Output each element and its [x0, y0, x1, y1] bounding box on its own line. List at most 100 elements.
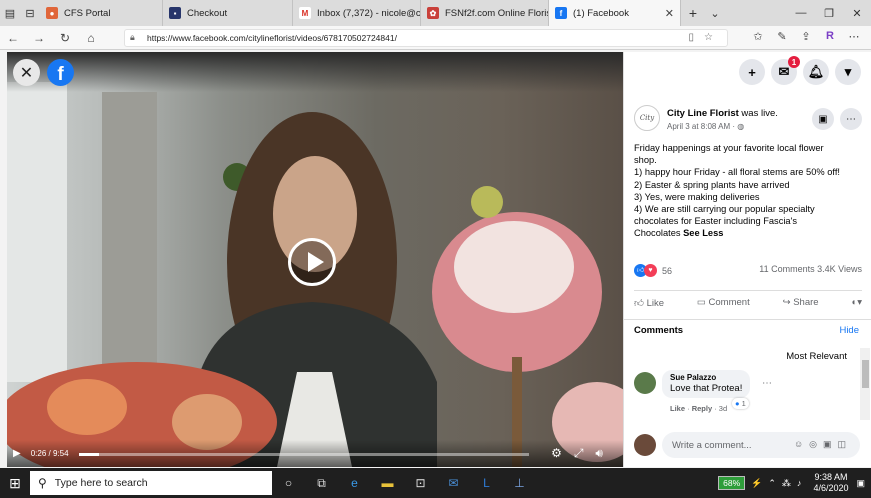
see-less-link[interactable]: See Less: [683, 228, 723, 238]
file-explorer-icon[interactable]: ▬: [371, 476, 404, 490]
love-reaction-icon: ♥: [644, 264, 657, 277]
pen-icon[interactable]: ✎: [770, 30, 794, 43]
edge-icon[interactable]: e: [338, 476, 371, 490]
progress-fill: [79, 453, 100, 456]
notifications-icon[interactable]: ▣: [856, 478, 865, 489]
create-icon[interactable]: +: [739, 59, 765, 85]
post-options-icon[interactable]: ⋯: [840, 108, 862, 130]
comment-like-link[interactable]: Like: [670, 404, 685, 413]
clock[interactable]: 9:38 AM 4/6/2020: [813, 472, 848, 494]
scrollbar-thumb[interactable]: [862, 360, 869, 388]
address-toolbar: ← → ↻ ⌂ 🔒︎ https://www.facebook.com/city…: [0, 26, 871, 50]
comment-input[interactable]: Write a comment... ☺◎▣◫: [662, 432, 860, 458]
video-settings-icons[interactable]: ⚙⤢🔊︎: [551, 446, 615, 461]
tab-inbox[interactable]: M Inbox (7,372) - nicole@city: [293, 0, 421, 26]
battery-indicator[interactable]: 68%: [718, 476, 746, 490]
like-button[interactable]: 👍︎ Like: [634, 297, 664, 309]
minimize-icon[interactable]: —: [787, 7, 815, 20]
close-window-icon[interactable]: ✕: [843, 7, 871, 20]
task-view-icon[interactable]: ⧉: [305, 476, 338, 491]
back-icon[interactable]: ←: [0, 31, 26, 45]
gmail-favicon-icon: M: [299, 7, 311, 19]
post-line: 4) We are still carrying our popular spe…: [634, 204, 815, 215]
search-icon: ⚲: [38, 476, 47, 490]
network-drive-icon[interactable]: ⊥: [503, 476, 536, 490]
play-button[interactable]: [288, 238, 336, 286]
messenger-icon[interactable]: ✉ 1: [771, 56, 800, 85]
close-video-button[interactable]: ✕: [13, 59, 40, 86]
comment-reactions[interactable]: ● 1: [732, 398, 749, 409]
favorites-icon[interactable]: ✩: [746, 30, 770, 43]
post-author: City Line Florist was live.: [667, 108, 778, 119]
tab-set-aside-icon[interactable]: ⊟: [20, 0, 40, 26]
cortana-icon[interactable]: ○: [272, 476, 305, 490]
app-l-icon[interactable]: L: [470, 476, 503, 490]
comments-count[interactable]: 11 Comments: [759, 264, 814, 274]
notifications-bell-icon[interactable]: 🔔︎: [803, 59, 829, 85]
tab-label: Checkout: [187, 7, 228, 19]
comment-button[interactable]: ▭ Comment: [697, 297, 750, 308]
tab-checkout[interactable]: ▪ Checkout: [163, 0, 293, 26]
page-avatar[interactable]: City: [634, 105, 660, 131]
windows-taskbar: ⊞ ⚲ Type here to search ○ ⧉ e ▬ ⊡ ✉ L ⊥ …: [0, 468, 871, 498]
address-bar[interactable]: 🔒︎ https://www.facebook.com/citylineflor…: [124, 29, 728, 47]
tab-label: Inbox (7,372) - nicole@city: [317, 7, 421, 19]
share-icon[interactable]: ⇪: [794, 30, 818, 43]
browser-tools: ✩ ✎ ⇪ R ⋯: [746, 30, 866, 43]
video-progress-bar[interactable]: [79, 453, 529, 456]
forward-icon[interactable]: →: [26, 31, 52, 45]
hide-comments-link[interactable]: Hide: [839, 325, 859, 336]
video-player[interactable]: ✕ f ▶ 0:26 / 9:54 ⚙⤢🔊︎: [7, 52, 623, 467]
page-name-link[interactable]: City Line Florist: [667, 108, 739, 119]
tab-actions-icon[interactable]: ▤: [0, 0, 20, 26]
taskbar-search[interactable]: ⚲ Type here to search: [30, 471, 272, 495]
store-icon[interactable]: ⊡: [404, 476, 437, 490]
more-icon[interactable]: ⋯: [842, 30, 866, 43]
comment-sort[interactable]: Most Relevant: [786, 351, 847, 362]
comment-options-icon[interactable]: ⋯: [762, 378, 772, 389]
tray-icons[interactable]: ⚡⌃⁂♪: [751, 478, 807, 489]
tab-florist[interactable]: ✿ FSNf2f.com Online Florist: [421, 0, 549, 26]
reactions[interactable]: 👍︎ ♥ 56: [634, 264, 672, 277]
video-timecode: 0:26 / 9:54: [30, 449, 69, 458]
comment-icon: ▭: [696, 297, 706, 308]
post-line: 3) Yes, were making deliveries: [634, 191, 760, 202]
play-pause-icon[interactable]: ▶: [13, 448, 21, 459]
extension-icon[interactable]: R: [818, 30, 842, 43]
share-button[interactable]: ↪ Share: [783, 297, 819, 308]
url-text: https://www.facebook.com/citylineflorist…: [147, 33, 397, 43]
save-icon[interactable]: ▣: [812, 108, 834, 130]
post-date-text[interactable]: April 3 at 8:08 AM ·: [667, 122, 737, 131]
comment-placeholder: Write a comment...: [672, 439, 752, 451]
post-body: Friday happenings at your favorite local…: [634, 142, 870, 240]
close-tab-icon[interactable]: ✕: [657, 7, 674, 20]
live-status: was live.: [738, 108, 778, 119]
clock-date: 4/6/2020: [813, 483, 849, 493]
tab-facebook[interactable]: f (1) Facebook ✕: [549, 0, 681, 26]
post-line: 1) happy hour Friday - all floral stems …: [634, 167, 841, 178]
commenter-name[interactable]: Sue Palazzo: [670, 373, 742, 382]
comment-text: Love that Protea!: [670, 383, 743, 394]
comments-scrollbar[interactable]: [860, 348, 870, 420]
commenter-avatar[interactable]: [634, 372, 656, 394]
post-buttons: ▣ ⋯: [812, 108, 862, 130]
tab-list-chevron-icon[interactable]: ⌄: [705, 0, 725, 26]
clock-time: 9:38 AM: [814, 472, 848, 482]
comment-reply-link[interactable]: Reply: [692, 404, 712, 413]
window-controls: — ❐ ✕: [787, 7, 871, 20]
audience-selector[interactable]: ◐▾: [851, 297, 862, 308]
refresh-icon[interactable]: ↻: [52, 31, 78, 45]
reading-view-icon[interactable]: ▯☆: [689, 32, 723, 43]
facebook-logo-icon[interactable]: f: [47, 59, 74, 86]
account-menu-icon[interactable]: ▾: [835, 59, 861, 85]
tab-cfs-portal[interactable]: ● CFS Portal: [40, 0, 163, 26]
emoji-camera-gif-sticker-icons[interactable]: ☺◎▣◫: [794, 439, 852, 450]
thumbs-up-icon: 👍︎: [634, 297, 644, 309]
home-icon[interactable]: ⌂: [78, 31, 104, 45]
divider: [624, 319, 871, 320]
restore-icon[interactable]: ❐: [815, 7, 843, 20]
start-button[interactable]: ⊞: [0, 468, 30, 498]
mail-icon[interactable]: ✉: [437, 476, 470, 490]
new-tab-icon[interactable]: +: [681, 0, 705, 26]
share-arrow-icon: ↪: [782, 297, 791, 308]
